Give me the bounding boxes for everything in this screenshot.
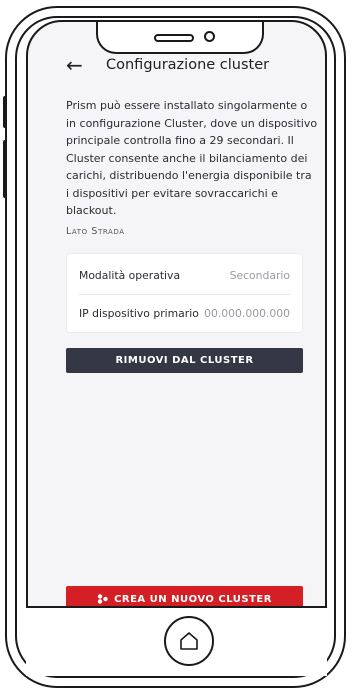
home-icon <box>180 632 198 650</box>
speaker-icon <box>154 34 194 42</box>
cluster-icon <box>97 594 108 604</box>
page-header: ← Configurazione cluster <box>66 50 343 80</box>
phone-notch <box>96 22 264 54</box>
info-row-mode: Modalità operativa Secondario <box>79 256 290 295</box>
side-button <box>3 140 7 198</box>
cluster-info-card: Modalità operativa Secondario IP disposi… <box>66 253 303 333</box>
section-label: Lato Strada <box>66 226 125 237</box>
remove-from-cluster-button[interactable]: RIMUOVI DAL CLUSTER <box>66 348 303 373</box>
info-value: 00.000.000.000 <box>204 306 290 320</box>
remove-button-label: RIMUOVI DAL CLUSTER <box>115 355 254 366</box>
side-button <box>3 96 7 128</box>
home-button[interactable] <box>164 616 214 666</box>
info-key: IP dispositivo primario <box>79 306 199 320</box>
description-text: Prism può essere installato singolarment… <box>66 99 318 217</box>
camera-icon <box>204 31 215 42</box>
arrow-left-icon[interactable]: ← <box>66 53 94 77</box>
page-title: Configurazione cluster <box>106 57 270 73</box>
info-value: Secondario <box>229 268 290 282</box>
info-row-ip: IP dispositivo primario 00.000.000.000 <box>79 294 290 332</box>
create-button-label: CREA UN NUOVO CLUSTER <box>114 593 272 605</box>
info-key: Modalità operativa <box>79 268 181 282</box>
